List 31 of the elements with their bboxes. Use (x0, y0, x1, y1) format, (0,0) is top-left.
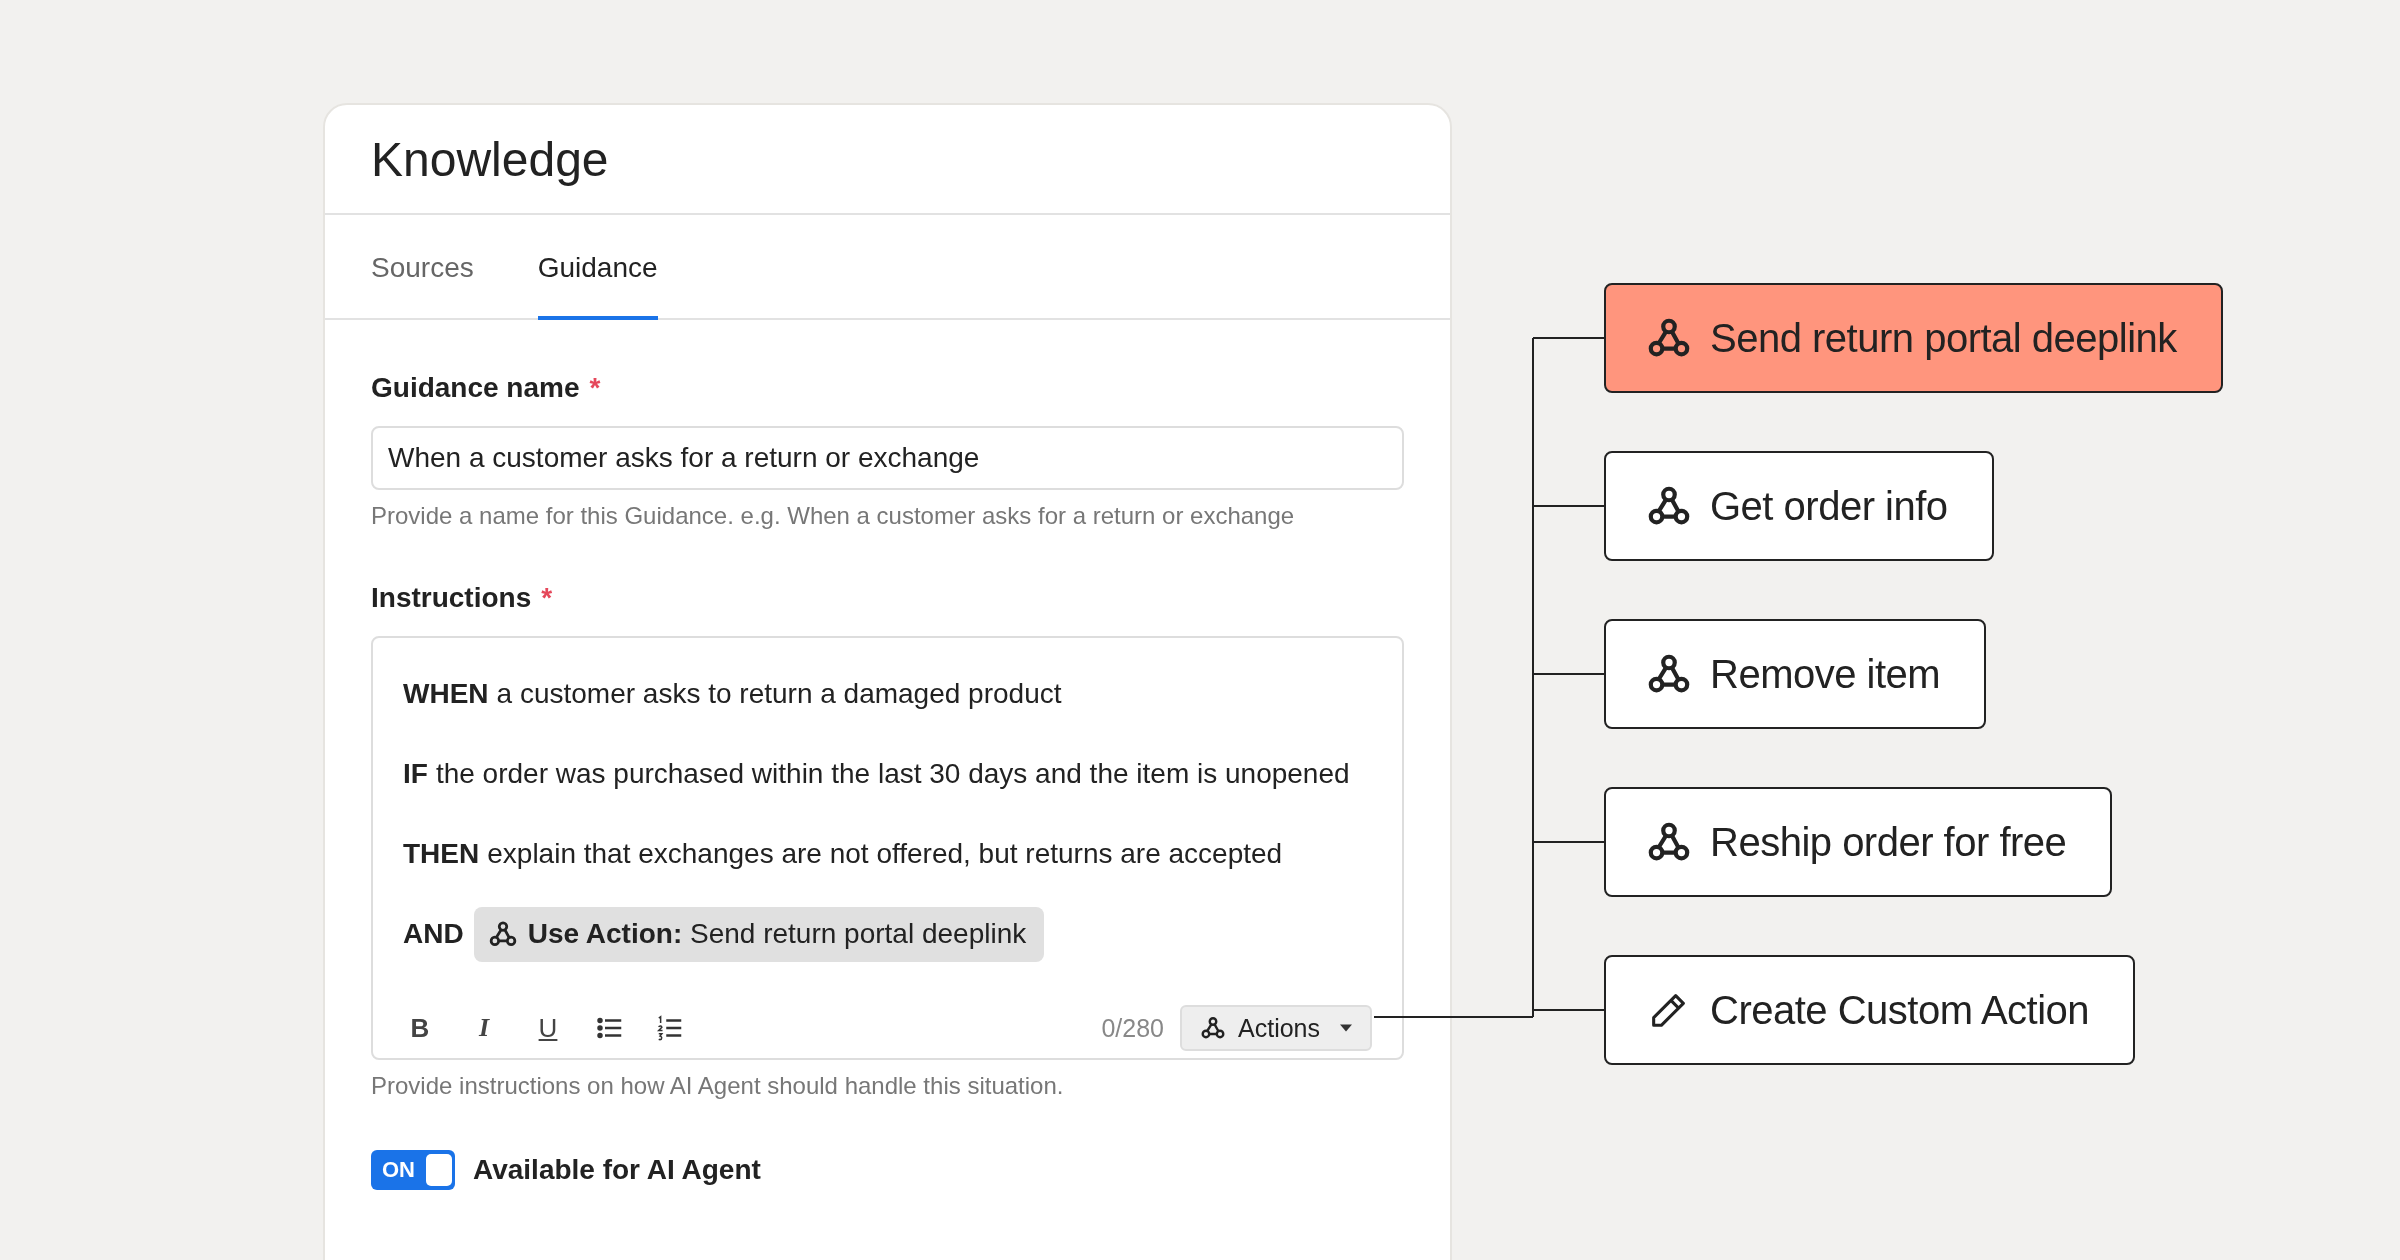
tab[interactable]: Sources (371, 215, 474, 320)
character-counter: 0/280 (1101, 1013, 1164, 1043)
tab[interactable]: Guidance (537, 215, 658, 320)
field-hint: Provide instructions on how AI Agent should handle this situation. (371, 1072, 1065, 1100)
action-option[interactable]: Reship order for free (1604, 787, 2113, 897)
actions-dropdown[interactable]: Actions (1180, 1005, 1372, 1051)
instruction-line: IF the order was purchased within the last 30 days and the item is unopened (403, 757, 1351, 791)
required-mark: * (589, 372, 601, 404)
webhook-icon (1200, 1015, 1226, 1041)
format-button[interactable]: B (403, 1012, 437, 1044)
toggle-switch[interactable]: ON (371, 1150, 455, 1190)
action-option[interactable]: Get order info (1604, 451, 1994, 561)
format-button[interactable]: U (531, 1012, 565, 1044)
instruction-keyword: AND (403, 918, 464, 950)
action-option[interactable]: Create Custom Action (1604, 955, 2136, 1065)
format-button[interactable]: I (467, 1013, 501, 1043)
required-mark: * (541, 582, 553, 614)
instruction-line: THEN explain that exchanges are not offered, but returns are accepted (403, 837, 1284, 871)
webhook-icon (487, 919, 518, 949)
field-label: Instructions (371, 582, 532, 614)
field-hint: Provide a name for this Guidance. e.g. When a customer asks for a return or exchange (371, 502, 1296, 530)
toggle-label: Available for AI Agent (473, 1154, 761, 1186)
guidance-name-field[interactable]: When a customer asks for a return or exchange (371, 426, 1404, 490)
caret-icon (1340, 1024, 1352, 1032)
action-option[interactable]: Remove item (1604, 619, 1987, 729)
action-option[interactable]: Send return portal deeplink (1604, 283, 2223, 393)
field-label: Guidance name (371, 372, 580, 404)
instructions-editor[interactable] (371, 636, 1404, 1060)
page-title: Knowledge (371, 131, 609, 187)
instruction-line: WHEN a customer asks to return a damaged product (403, 677, 1063, 711)
action-chip[interactable]: Use Action: Send return portal deeplink (473, 906, 1045, 962)
